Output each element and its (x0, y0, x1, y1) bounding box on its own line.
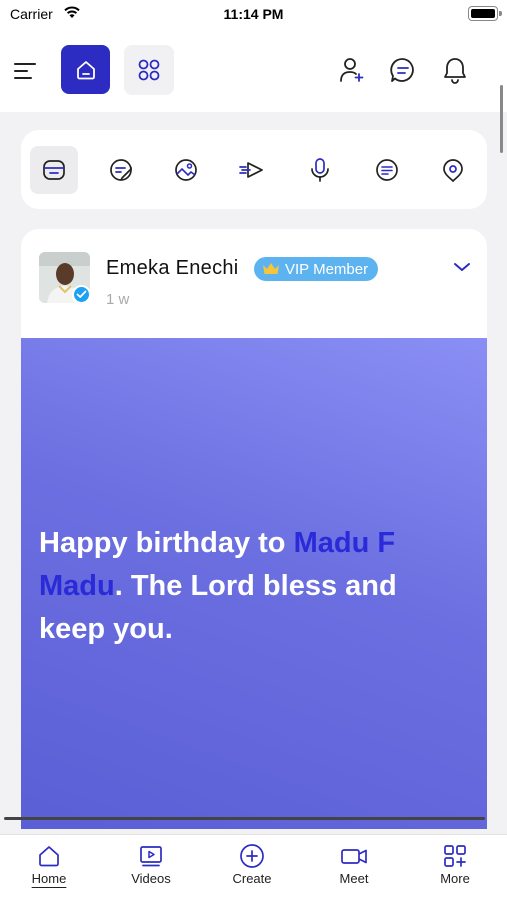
clock: 11:14 PM (223, 6, 284, 22)
crown-icon (263, 263, 279, 274)
photo-post-button[interactable] (162, 146, 210, 194)
menu-button[interactable] (10, 56, 40, 86)
home-icon (76, 60, 95, 79)
vip-badge: VIP Member (254, 257, 379, 281)
bottom-navigation: Home Videos Create Meet More (0, 834, 507, 900)
nav-videos[interactable]: Videos (106, 843, 196, 895)
post-text: Happy birthday to Madu F Madu. The Lord … (39, 522, 459, 651)
nav-meet[interactable]: Meet (309, 843, 399, 895)
voice-post-button[interactable] (296, 146, 344, 194)
sticker-post-button[interactable] (97, 146, 145, 194)
message-post-button[interactable] (363, 146, 411, 194)
add-user-button[interactable] (336, 54, 368, 86)
grid-plus-icon (444, 845, 466, 867)
nav-meet-label: Meet (339, 871, 369, 886)
scroll-indicator (4, 817, 485, 820)
apps-button[interactable] (124, 45, 174, 95)
nav-home[interactable]: Home (4, 843, 94, 895)
vip-badge-label: VIP Member (285, 260, 369, 278)
nav-create-label: Create (232, 871, 272, 886)
plus-circle-icon (240, 844, 264, 868)
text-post-button[interactable] (30, 146, 78, 194)
message-icon (376, 159, 398, 181)
video-player-icon (140, 846, 162, 867)
battery-icon (468, 6, 502, 21)
sticker-icon (110, 159, 132, 181)
post-type-bar (21, 130, 487, 209)
top-bar (0, 28, 507, 112)
photo-icon (175, 159, 197, 181)
chat-icon (390, 58, 414, 82)
post-time: 1 w (106, 291, 130, 308)
home-icon (39, 846, 59, 867)
location-post-button[interactable] (429, 146, 477, 194)
menu-icon (14, 63, 36, 79)
chevron-down-icon[interactable] (452, 259, 472, 275)
nav-more[interactable]: More (410, 843, 500, 895)
nav-home-label: Home (31, 871, 67, 886)
status-bar: Carrier 11:14 PM (0, 0, 507, 28)
author-name[interactable]: Emeka Enechi (106, 257, 239, 280)
post-background[interactable]: Happy birthday to Madu F Madu. The Lord … (21, 338, 487, 829)
notifications-button[interactable] (439, 54, 471, 86)
apps-icon (138, 59, 160, 81)
video-icon (239, 162, 263, 178)
mic-icon (311, 158, 329, 182)
nav-more-label: More (440, 871, 470, 886)
location-icon (443, 159, 463, 183)
chat-button[interactable] (387, 54, 419, 86)
post-text-intro: Happy birthday to (39, 527, 294, 559)
nav-create[interactable]: Create (207, 843, 297, 895)
text-post-icon (43, 160, 65, 180)
bell-icon (444, 58, 466, 84)
home-button[interactable] (61, 45, 110, 94)
nav-videos-label: Videos (131, 871, 171, 886)
camera-icon (341, 849, 367, 864)
verified-badge-icon (72, 285, 91, 304)
scrollbar[interactable] (500, 85, 503, 153)
feed-post-card: Emeka Enechi VIP Member 1 w Happy birthd… (21, 229, 487, 829)
add-user-icon (340, 58, 364, 82)
video-post-button[interactable] (228, 146, 276, 194)
